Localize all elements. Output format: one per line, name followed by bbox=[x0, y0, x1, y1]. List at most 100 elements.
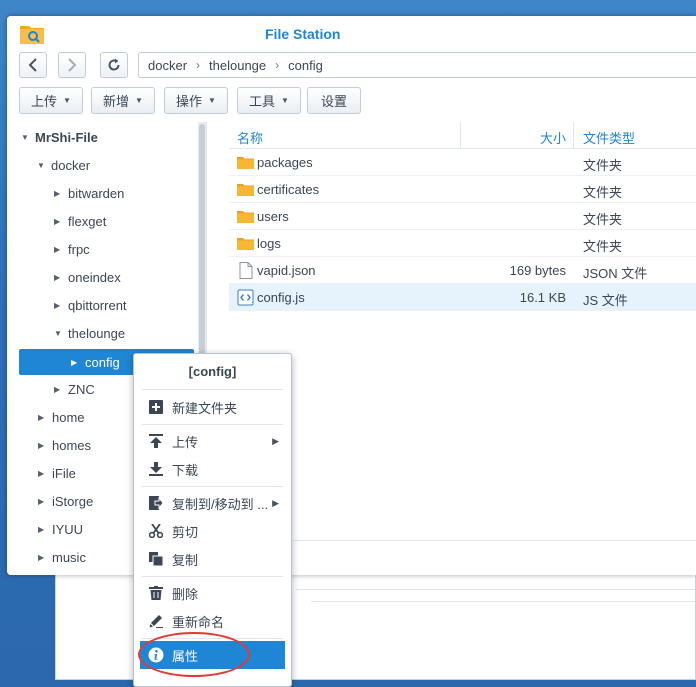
breadcrumb-docker[interactable]: docker bbox=[148, 58, 187, 73]
tree-item-docker[interactable]: ▼ docker bbox=[37, 152, 90, 178]
column-header: 名称 大小 文件类型 bbox=[229, 122, 696, 149]
menu-item-label: 复制到/移动到 ... bbox=[172, 496, 269, 512]
table-row[interactable]: packages 文件夹 bbox=[229, 149, 696, 176]
back-button[interactable] bbox=[19, 52, 47, 78]
add-folder-icon bbox=[147, 399, 165, 415]
tree-item-oneindex[interactable]: ▶ oneindex bbox=[54, 264, 121, 290]
menu-item-label: 上传 bbox=[172, 434, 199, 450]
tree-scrollbar-thumb[interactable] bbox=[199, 124, 205, 356]
collapsed-arrow-icon: ▶ bbox=[54, 384, 61, 394]
collapsed-arrow-icon: ▶ bbox=[38, 468, 45, 478]
file-name: users bbox=[257, 209, 289, 224]
collapsed-arrow-icon: ▶ bbox=[54, 244, 61, 254]
file-station-window: File Station docker › thelounge › config… bbox=[7, 16, 696, 575]
column-separator[interactable] bbox=[573, 122, 574, 149]
file-list: 名称 大小 文件类型 packages 文件夹 certificates 文件夹… bbox=[229, 122, 696, 575]
file-icon bbox=[239, 262, 253, 279]
tree-root-label: MrShi-File bbox=[35, 129, 98, 145]
menu-item-cut[interactable]: 剪切 bbox=[140, 517, 285, 545]
action-label: 操作 bbox=[176, 94, 203, 109]
folder-icon bbox=[237, 184, 254, 196]
settings-label: 设置 bbox=[320, 94, 347, 109]
table-row[interactable]: config.js 16.1 KB JS 文件 bbox=[229, 284, 696, 311]
menu-divider bbox=[142, 486, 283, 487]
copy-move-icon bbox=[147, 495, 165, 511]
tree-item-bitwarden[interactable]: ▶ bitwarden bbox=[54, 180, 124, 206]
column-type-header[interactable]: 文件类型 bbox=[583, 128, 635, 147]
table-row[interactable]: certificates 文件夹 bbox=[229, 176, 696, 203]
column-separator[interactable] bbox=[460, 122, 461, 149]
tree-item-label: homes bbox=[52, 437, 92, 453]
breadcrumb-separator-icon: › bbox=[275, 58, 280, 72]
new-label: 新增 bbox=[103, 94, 130, 109]
tree-item-label: qbittorrent bbox=[68, 297, 127, 313]
path-bar[interactable]: docker › thelounge › config bbox=[138, 52, 696, 78]
expanded-arrow-icon: ▼ bbox=[37, 160, 45, 170]
action-button[interactable]: 操作 ▼ bbox=[164, 87, 228, 114]
forward-button[interactable] bbox=[58, 52, 86, 78]
tree-item-label: music bbox=[52, 549, 86, 565]
tree-item-label: IYUU bbox=[52, 521, 84, 537]
menu-item-copy-move[interactable]: 复制到/移动到 ... ▶ bbox=[140, 489, 285, 517]
tree-root[interactable]: ▼ MrShi-File bbox=[21, 124, 98, 150]
list-footer-divider bbox=[229, 540, 696, 541]
table-row[interactable]: logs 文件夹 bbox=[229, 230, 696, 257]
table-row[interactable]: vapid.json 169 bytes JSON 文件 bbox=[229, 257, 696, 284]
menu-item-new-folder[interactable]: 新建文件夹 bbox=[140, 393, 285, 421]
file-size: 169 bytes bbox=[509, 263, 566, 278]
breadcrumb-thelounge[interactable]: thelounge bbox=[209, 58, 266, 73]
tree-item-label: docker bbox=[51, 157, 91, 173]
tree-item-homes[interactable]: ▶ homes bbox=[38, 432, 91, 458]
menu-item-upload[interactable]: 上传 ▶ bbox=[140, 427, 285, 455]
tree-item-label: iStorge bbox=[52, 493, 94, 509]
table-row[interactable]: users 文件夹 bbox=[229, 203, 696, 230]
tree-item-music[interactable]: ▶ music bbox=[38, 544, 86, 570]
tree-item-qbittorrent[interactable]: ▶ qbittorrent bbox=[54, 292, 127, 318]
menu-item-label: 下载 bbox=[172, 462, 199, 478]
menu-item-copy[interactable]: 复制 bbox=[140, 545, 285, 573]
caret-down-icon: ▼ bbox=[281, 96, 289, 105]
file-type: JS 文件 bbox=[583, 293, 628, 308]
settings-button[interactable]: 设置 bbox=[307, 87, 361, 114]
tree-item-istorge[interactable]: ▶ iStorge bbox=[38, 488, 93, 514]
tree-item-flexget[interactable]: ▶ flexget bbox=[54, 208, 106, 234]
folder-icon bbox=[237, 238, 254, 250]
file-type: 文件夹 bbox=[583, 158, 623, 173]
tree-item-thelounge[interactable]: ▼ thelounge bbox=[54, 320, 125, 346]
new-button[interactable]: 新增 ▼ bbox=[91, 87, 155, 114]
tree-item-ifile[interactable]: ▶ iFile bbox=[38, 460, 76, 486]
menu-item-rename[interactable]: 重新命名 bbox=[140, 607, 285, 635]
tree-item-label: config bbox=[85, 354, 120, 370]
menu-item-label: 剪切 bbox=[172, 524, 199, 540]
breadcrumb-config[interactable]: config bbox=[288, 58, 323, 73]
tree-item-label: iFile bbox=[52, 465, 76, 481]
tree-item-iyuu[interactable]: ▶ IYUU bbox=[38, 516, 83, 542]
refresh-button[interactable] bbox=[100, 52, 128, 78]
column-size-header[interactable]: 大小 bbox=[540, 128, 566, 147]
tree-item-label: flexget bbox=[68, 213, 107, 229]
tools-button[interactable]: 工具 ▼ bbox=[237, 87, 301, 114]
tree-item-label: ZNC bbox=[68, 381, 95, 397]
file-name: packages bbox=[257, 155, 313, 170]
file-name: vapid.json bbox=[257, 263, 316, 278]
file-type: 文件夹 bbox=[583, 185, 623, 200]
collapsed-arrow-icon: ▶ bbox=[38, 496, 45, 506]
menu-item-label: 复制 bbox=[172, 552, 199, 568]
menu-divider bbox=[142, 424, 283, 425]
column-name-header[interactable]: 名称 bbox=[237, 128, 263, 147]
upload-button[interactable]: 上传 ▼ bbox=[19, 87, 83, 114]
menu-item-download[interactable]: 下载 bbox=[140, 455, 285, 483]
trash-icon bbox=[147, 585, 165, 601]
annotation-highlight-ring bbox=[138, 632, 250, 677]
tree-item-home[interactable]: ▶ home bbox=[38, 404, 85, 430]
upload-icon bbox=[147, 433, 165, 449]
window-title: File Station bbox=[265, 26, 341, 42]
menu-item-delete[interactable]: 删除 bbox=[140, 579, 285, 607]
tree-item-znc[interactable]: ▶ ZNC bbox=[54, 376, 95, 402]
breadcrumb-separator-icon: › bbox=[196, 58, 201, 72]
tree-item-label: oneindex bbox=[68, 269, 121, 285]
collapsed-arrow-icon: ▶ bbox=[54, 300, 61, 310]
tree-item-frpc[interactable]: ▶ frpc bbox=[54, 236, 90, 262]
tools-label: 工具 bbox=[249, 94, 276, 109]
pencil-icon bbox=[147, 613, 165, 629]
